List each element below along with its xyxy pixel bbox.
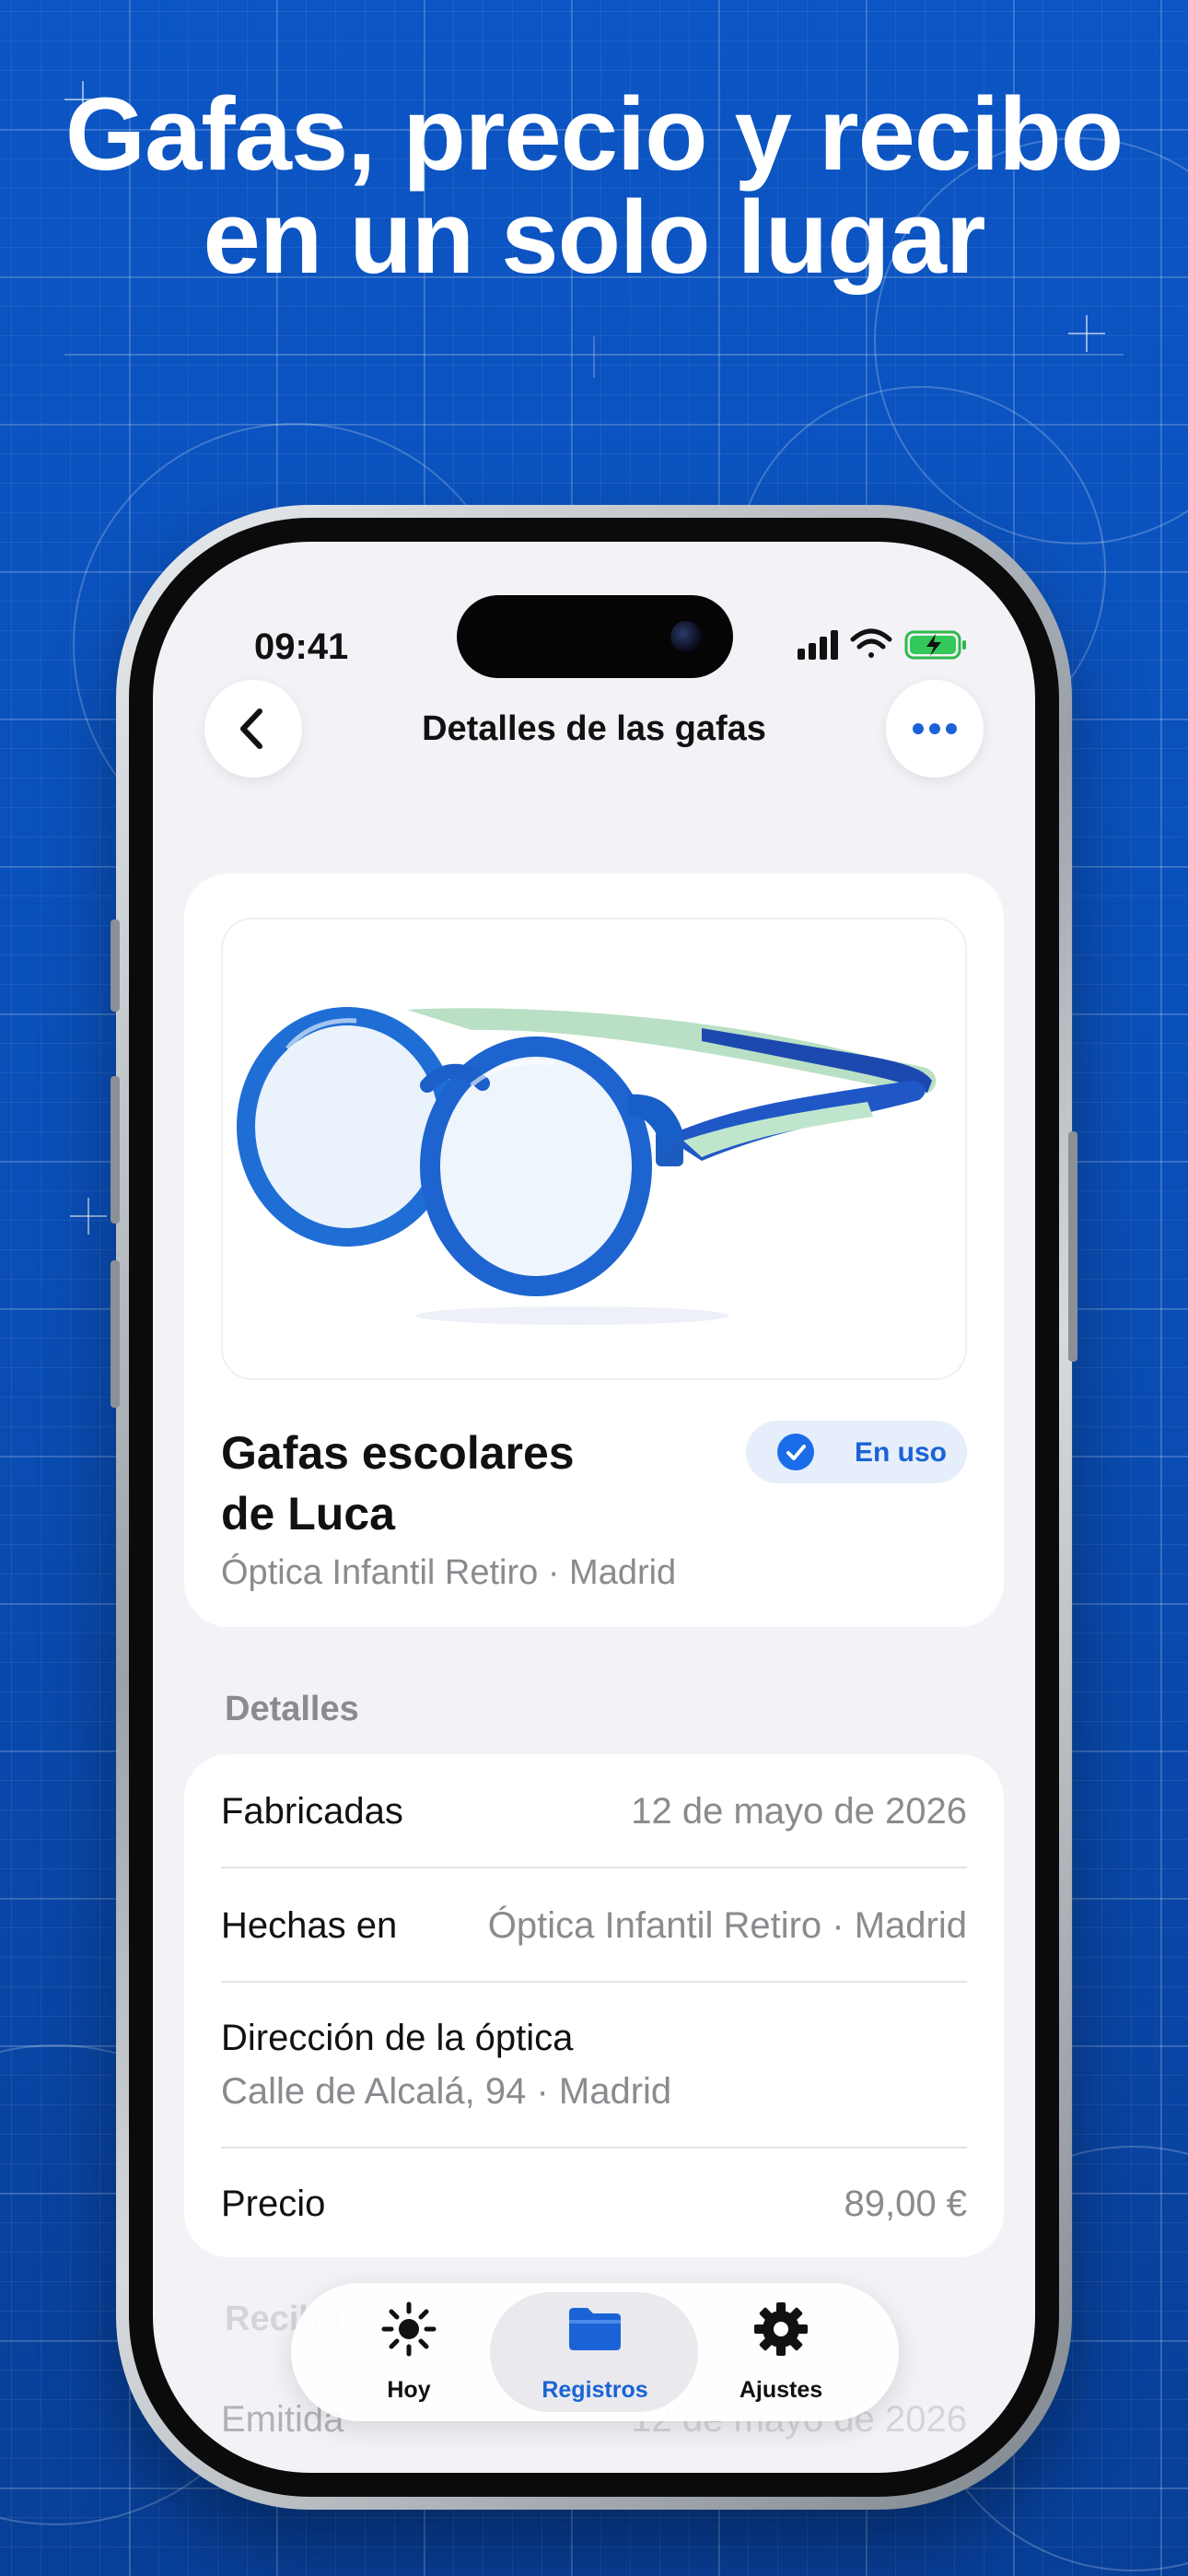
product-card: Gafas escolares de Luca En uso Óptica In… bbox=[184, 873, 1004, 1627]
tab-ajustes-label: Ajustes bbox=[739, 2377, 823, 2403]
tab-hoy[interactable]: Hoy bbox=[317, 2300, 501, 2410]
power-button bbox=[1068, 1131, 1077, 1362]
product-name-line-1: Gafas escolares bbox=[221, 1427, 575, 1479]
gear-icon bbox=[754, 2302, 808, 2356]
detail-row-address: Dirección de la óptica Calle de Alcalá, … bbox=[221, 2018, 967, 2119]
phone-screen: 09:41 Detalles de las gafas Gafas escola… bbox=[153, 542, 1035, 2473]
price-value: 89,00 € bbox=[844, 2184, 967, 2224]
product-subtitle: Óptica Infantil Retiro · Madrid bbox=[221, 1553, 677, 1592]
wifi-icon bbox=[850, 628, 892, 658]
address-label: Dirección de la óptica bbox=[221, 2018, 574, 2058]
tab-registros-label: Registros bbox=[542, 2377, 648, 2403]
phone-frame: 09:41 Detalles de las gafas Gafas escola… bbox=[111, 505, 1077, 2510]
address-value: Calle de Alcalá, 94 · Madrid bbox=[221, 2071, 672, 2112]
ellipsis-icon bbox=[913, 723, 957, 734]
headline-line-2: en un solo lugar bbox=[203, 180, 986, 295]
made-value: 12 de mayo de 2026 bbox=[631, 1791, 967, 1832]
sun-icon bbox=[381, 2301, 437, 2357]
madein-label: Hechas en bbox=[221, 1905, 398, 1946]
volume-down-button bbox=[111, 1260, 120, 1408]
tab-ajustes[interactable]: Ajustes bbox=[689, 2300, 873, 2410]
madein-value: Óptica Infantil Retiro · Madrid bbox=[487, 1905, 967, 1946]
details-card: Fabricadas 12 de mayo de 2026 Hechas en … bbox=[184, 1754, 1004, 2257]
status-badge-label: En uso bbox=[855, 1437, 948, 1468]
action-button bbox=[111, 919, 120, 1012]
detail-row-price: Precio 89,00 € bbox=[221, 2184, 967, 2230]
price-label: Precio bbox=[221, 2184, 326, 2224]
tab-bar: Hoy Registros Ajustes bbox=[291, 2283, 899, 2421]
dynamic-island bbox=[457, 595, 733, 678]
glasses-icon bbox=[237, 1007, 937, 1325]
headline-line-1: Gafas, precio y recibo bbox=[64, 76, 1124, 192]
tab-registros[interactable]: Registros bbox=[503, 2300, 687, 2410]
tab-hoy-label: Hoy bbox=[387, 2377, 431, 2403]
divider bbox=[221, 1867, 967, 1868]
detail-row-madein: Hechas en Óptica Infantil Retiro · Madri… bbox=[221, 1905, 967, 1951]
detail-row-made: Fabricadas 12 de mayo de 2026 bbox=[221, 1791, 967, 1837]
camera-lens bbox=[670, 621, 702, 652]
status-badge[interactable]: En uso bbox=[746, 1421, 967, 1483]
headline: Gafas, precio y recibo en un solo lugar bbox=[0, 83, 1188, 289]
folder-icon bbox=[569, 2308, 621, 2350]
made-label: Fabricadas bbox=[221, 1791, 403, 1832]
divider bbox=[221, 2147, 967, 2149]
status-time: 09:41 bbox=[254, 626, 349, 667]
more-button[interactable] bbox=[886, 680, 984, 778]
product-name: Gafas escolares de Luca bbox=[221, 1423, 575, 1544]
product-image bbox=[221, 918, 967, 1380]
signal-icon bbox=[798, 630, 838, 660]
product-name-line-2: de Luca bbox=[221, 1488, 395, 1540]
status-icons bbox=[798, 628, 966, 660]
details-heading: Detalles bbox=[225, 1690, 359, 1728]
battery-icon bbox=[904, 630, 966, 660]
volume-up-button bbox=[111, 1076, 120, 1224]
checkmark-icon bbox=[777, 1434, 814, 1470]
divider bbox=[221, 1981, 967, 1983]
